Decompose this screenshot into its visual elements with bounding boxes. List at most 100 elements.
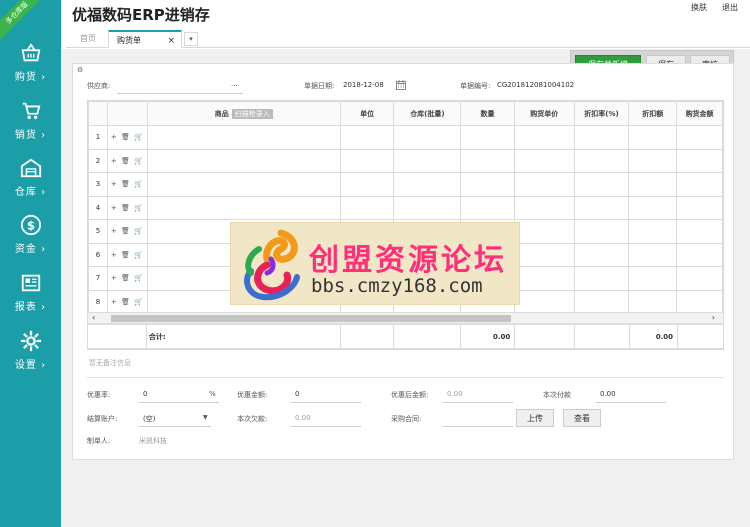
- header-unit: 单位: [339, 101, 395, 126]
- account-select[interactable]: (空): [143, 414, 155, 424]
- watermark-banner: 创盟资源论坛 bbs.cmzy168.com: [230, 222, 520, 305]
- upload-button[interactable]: 上传: [516, 409, 554, 427]
- basket-icon: [21, 43, 40, 62]
- row-actions[interactable]: + 🗑 🛒: [106, 148, 148, 173]
- table-row[interactable]: 3 + 🗑 🛒: [88, 172, 723, 197]
- watermark-url: bbs.cmzy168.com: [311, 275, 483, 297]
- sidebar-item-settings[interactable]: 设置 ›: [0, 322, 61, 380]
- after-discount-label: 优惠后金额:: [391, 391, 429, 399]
- total-qty: 0.00: [460, 324, 516, 349]
- account-label: 结算账户:: [87, 415, 118, 423]
- maker-value: 米凯科技: [139, 437, 167, 445]
- cart-icon: [22, 102, 40, 120]
- date-label: 单据日期:: [304, 82, 335, 90]
- warehouse-icon: [20, 158, 41, 178]
- scroll-thumb[interactable]: [111, 315, 511, 322]
- watermark-title: 创盟资源论坛: [309, 243, 507, 278]
- header-discount-rate: 折扣率(%): [573, 101, 630, 126]
- switch-skin-link[interactable]: 换肤: [691, 2, 707, 13]
- field-underline: [139, 426, 211, 427]
- order-number-value: CG201812081004102: [497, 81, 575, 89]
- row-actions[interactable]: + 🗑 🛒: [106, 219, 148, 244]
- row-actions[interactable]: + 🗑 🛒: [106, 289, 148, 314]
- percent-sign: %: [209, 390, 216, 398]
- horizontal-scrollbar[interactable]: ‹ ›: [87, 312, 724, 324]
- sidebar-item-reports[interactable]: 报表 ›: [0, 264, 61, 322]
- owe-field: 0.00: [295, 414, 311, 422]
- app-title: 优福数码ERP进销存: [72, 6, 210, 24]
- sidebar-item-warehouse[interactable]: 仓库 ›: [0, 149, 61, 207]
- row-actions[interactable]: + 🗑 🛒: [106, 195, 148, 220]
- table-row[interactable]: 1 + 🗑 🛒: [88, 125, 723, 150]
- discount-rate-field[interactable]: 0: [143, 390, 147, 398]
- row-actions[interactable]: + 🗑 🛒: [106, 172, 148, 197]
- paid-field[interactable]: 0.00: [600, 390, 616, 398]
- scroll-left-icon[interactable]: ‹: [92, 313, 95, 323]
- watermark-logo: [244, 229, 300, 301]
- header-amount: 购货金额: [676, 101, 723, 126]
- discount-amount-label: 优惠金额:: [237, 391, 268, 399]
- after-discount-field: 0.00: [447, 390, 463, 398]
- sidebar-item-label: 设置 ›: [14, 360, 47, 371]
- sidebar-item-sales[interactable]: 销货 ›: [0, 92, 61, 150]
- tab-label: 购货单: [117, 36, 141, 45]
- total-discount: 0.00: [629, 324, 679, 349]
- report-icon: [21, 274, 40, 292]
- total-label: 合计:: [145, 324, 341, 349]
- field-underline: [139, 402, 219, 403]
- chevron-down-icon[interactable]: ▼: [203, 414, 208, 421]
- contract-label: 采购合同:: [391, 415, 422, 423]
- logout-link[interactable]: 退出: [722, 2, 738, 13]
- sidebar-item-label: 报表 ›: [14, 302, 47, 313]
- header-index: [88, 101, 108, 126]
- supplier-label: 供应商:: [87, 82, 111, 90]
- order-number-label: 单据编号:: [460, 82, 491, 90]
- sidebar-item-funds[interactable]: $ 资金 ›: [0, 206, 61, 264]
- field-underline: [291, 402, 361, 403]
- total-row: 合计: 0.00 0.00: [87, 324, 724, 349]
- paid-label: 本次付款: [543, 391, 571, 399]
- table-row[interactable]: 2 + 🗑 🛒: [88, 148, 723, 173]
- field-underline: [443, 402, 513, 403]
- calendar-icon[interactable]: [396, 80, 406, 90]
- supplier-field[interactable]: [117, 93, 243, 94]
- row-actions[interactable]: + 🗑 🛒: [106, 125, 148, 150]
- header-price: 购货单价: [513, 101, 575, 126]
- sidebar-item-purchase[interactable]: 购货 ›: [0, 34, 61, 92]
- discount-rate-label: 优惠率:: [87, 391, 111, 399]
- header-goods: 商品 扫描枪录入: [146, 101, 341, 126]
- maker-label: 制单人:: [87, 437, 111, 445]
- settings-icon[interactable]: ⚙: [77, 66, 83, 74]
- dollar-icon: $: [20, 214, 41, 236]
- sidebar-item-label: 资金 ›: [14, 244, 47, 255]
- row-actions[interactable]: + 🗑 🛒: [106, 242, 148, 267]
- field-underline: [291, 426, 361, 427]
- sidebar-item-label: 仓库 ›: [14, 187, 47, 198]
- table-row[interactable]: 4 + 🗑 🛒: [88, 195, 723, 220]
- sidebar-item-label: 购货 ›: [14, 72, 47, 83]
- contract-field[interactable]: [443, 426, 513, 427]
- owe-label: 本次欠款:: [237, 415, 268, 423]
- scan-entry-button[interactable]: 扫描枪录入: [231, 108, 273, 119]
- tab-home[interactable]: 首页: [72, 30, 104, 48]
- header-ops: [106, 101, 148, 126]
- remark-field[interactable]: 暂无备注信息: [89, 358, 131, 368]
- chevron-down-icon[interactable]: ▾: [184, 32, 198, 46]
- gear-icon: [20, 330, 41, 352]
- row-actions[interactable]: + 🗑 🛒: [106, 266, 148, 291]
- sidebar-item-label: 销货 ›: [14, 130, 47, 141]
- header-qty: 数量: [460, 101, 515, 126]
- tab-purchase-order[interactable]: 购货单 ×: [108, 30, 182, 48]
- close-icon[interactable]: ×: [167, 32, 175, 50]
- scroll-right-icon[interactable]: ›: [712, 313, 715, 323]
- header-discount-amount: 折扣额: [628, 101, 678, 126]
- supplier-picker-icon[interactable]: ...: [231, 80, 238, 88]
- header-warehouse[interactable]: 仓库(批量): [393, 101, 462, 126]
- date-field[interactable]: 2018-12-08: [343, 81, 384, 89]
- sidebar: 多仓库版 购货 › 销货 › 仓库 › $ 资金 › 报表 › 设置 ›: [0, 0, 61, 527]
- discount-amount-field[interactable]: 0: [295, 390, 299, 398]
- view-button[interactable]: 查看: [563, 409, 601, 427]
- tab-bar: 首页 购货单 × ▾: [66, 28, 750, 48]
- svg-text:$: $: [26, 219, 34, 233]
- divider: [87, 377, 724, 378]
